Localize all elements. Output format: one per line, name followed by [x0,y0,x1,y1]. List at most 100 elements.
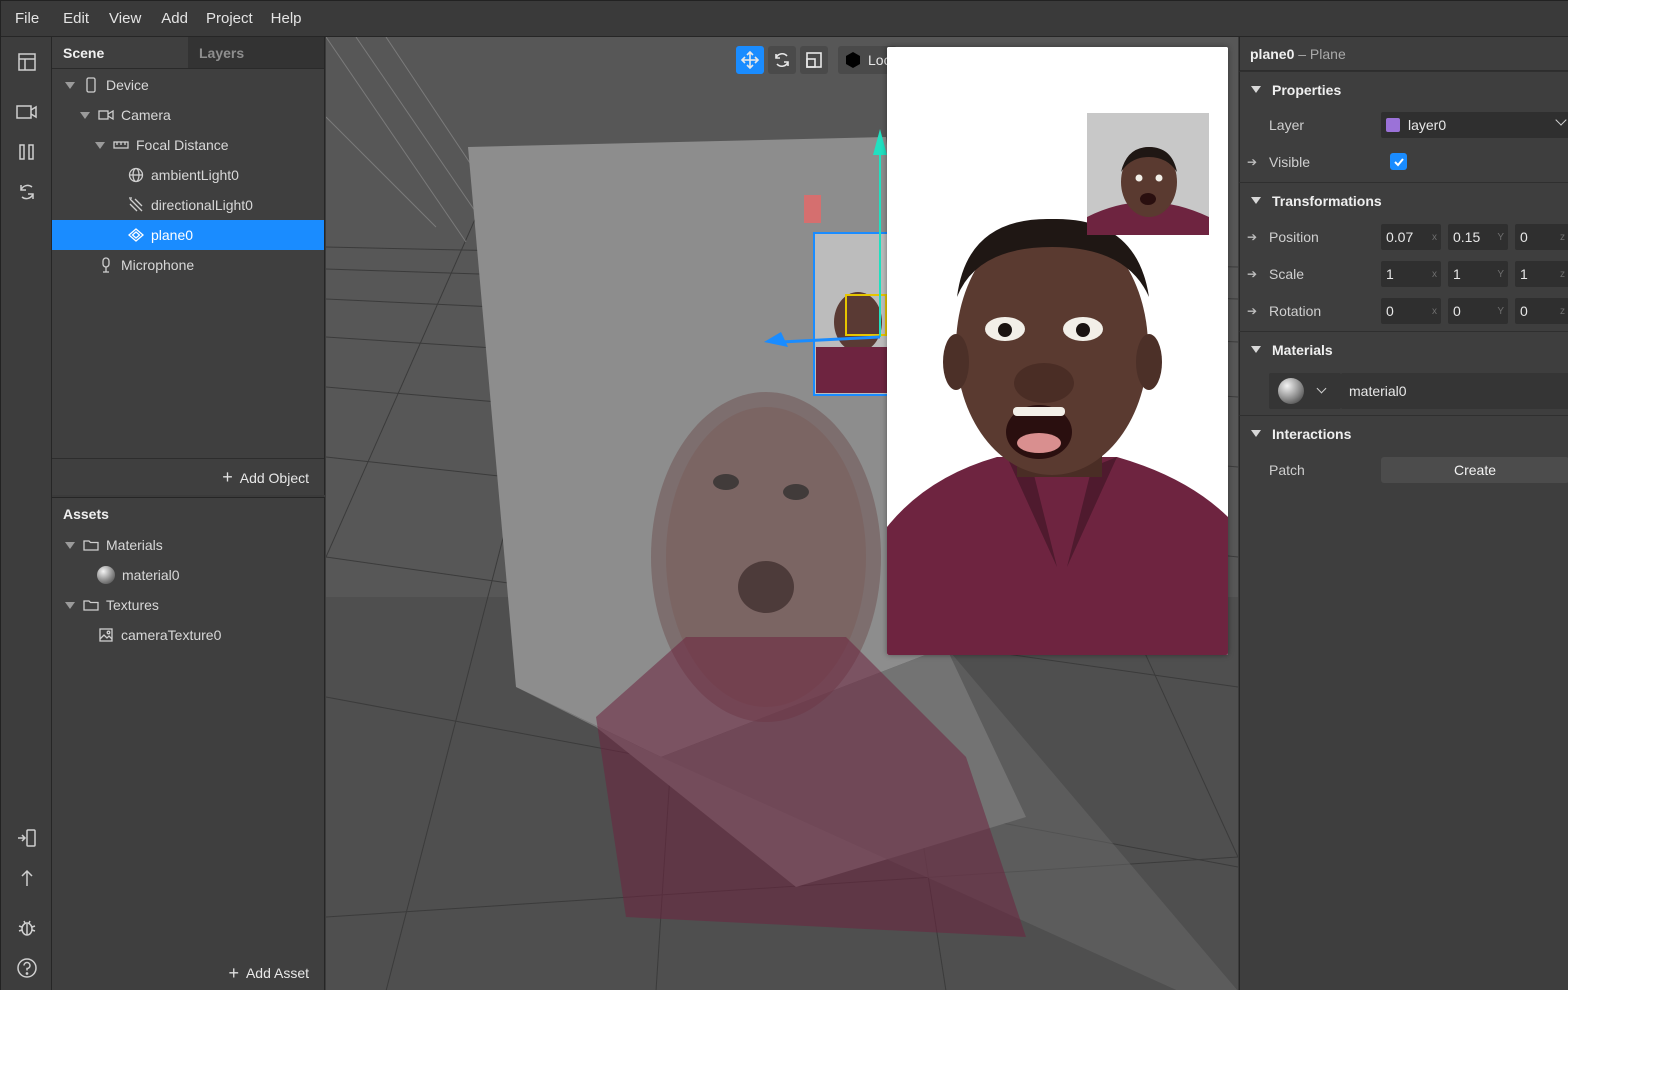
rotation-y-value: 0 [1453,303,1461,319]
layout-icon[interactable] [14,49,40,75]
tree-label: Focal Distance [136,137,229,153]
device-icon [83,77,99,93]
expand-triangle-icon[interactable] [65,541,75,549]
menu-help[interactable]: Help [271,10,302,27]
tree-label: ambientLight0 [151,167,239,183]
tab-layers[interactable]: Layers [188,37,324,68]
send-to-device-icon[interactable] [14,825,40,851]
video-camera-icon[interactable] [14,99,40,125]
help-icon[interactable] [14,955,40,981]
tree-item-device[interactable]: Device [52,70,324,100]
tree-label: cameraTexture0 [121,627,222,643]
directional-light-icon [128,197,144,213]
tree-item-directional-light[interactable]: directionalLight0 [52,190,324,220]
material-sphere-icon [97,566,115,584]
rotation-y-field[interactable]: 0Y [1448,298,1508,324]
add-asset-button[interactable]: + Add Asset [52,954,324,990]
position-z-field[interactable]: 0z [1515,224,1568,250]
material-preview-dropdown[interactable] [1269,373,1341,409]
scale-x-field[interactable]: 1x [1381,261,1441,287]
menu-file[interactable]: File [15,10,39,27]
add-object-label: Add Object [239,469,309,486]
collapse-triangle-icon[interactable] [1251,197,1261,204]
position-label: Position [1269,229,1319,245]
axis-z-label: z [1560,268,1565,280]
collapse-triangle-icon[interactable] [1251,430,1261,437]
tree-item-focal-distance[interactable]: Focal Distance [52,130,324,160]
pause-icon[interactable] [14,139,40,165]
keyframe-arrow-icon[interactable]: ➔ [1239,155,1259,169]
scale-z-value: 1 [1520,266,1528,282]
focal-distance-icon [113,137,129,153]
menu-add[interactable]: Add [161,10,188,27]
position-x-value: 0.07 [1386,229,1414,245]
menu-bar: File Edit View Add Project Help [1,1,1568,37]
position-y-value: 0.15 [1453,229,1481,245]
inspector-object-type: – Plane [1298,46,1346,62]
ambient-light-icon [128,167,144,183]
microphone-icon [98,257,114,273]
refresh-icon[interactable] [14,179,40,205]
tree-label: Materials [106,537,163,553]
expand-triangle-icon[interactable] [95,141,105,149]
add-object-button[interactable]: + Add Object [52,458,324,496]
simulator-preview[interactable] [887,47,1228,655]
tree-item-camera[interactable]: Camera [52,100,324,130]
rotation-z-field[interactable]: 0z [1515,298,1568,324]
folder-icon [83,537,99,553]
asset-folder-textures[interactable]: Textures [52,590,324,620]
bug-icon[interactable] [14,915,40,941]
tree-label: material0 [122,567,180,583]
create-patch-button[interactable]: Create [1381,457,1568,483]
upload-icon[interactable] [14,865,40,891]
tab-scene[interactable]: Scene [52,37,188,68]
layer-color-swatch [1386,118,1400,132]
rotate-tool-button[interactable] [768,46,796,74]
tree-item-plane0[interactable]: plane0 [52,220,324,250]
scale-y-field[interactable]: 1Y [1448,261,1508,287]
axis-z-label: z [1560,305,1565,317]
expand-triangle-icon[interactable] [65,601,75,609]
rotation-x-field[interactable]: 0x [1381,298,1441,324]
menu-edit[interactable]: Edit [63,10,89,27]
section-transformations[interactable]: Transformations [1239,182,1568,218]
menu-project[interactable]: Project [206,10,253,27]
rotation-z-value: 0 [1520,303,1528,319]
asset-material0[interactable]: material0 [52,560,324,590]
expand-triangle-icon[interactable] [80,111,90,119]
inspector-title: plane0 – Plane [1240,37,1568,71]
section-properties[interactable]: Properties [1239,71,1568,107]
expand-triangle-icon[interactable] [65,81,75,89]
plus-icon: + [228,962,239,983]
tree-label: Microphone [121,257,195,273]
section-transformations-label: Transformations [1272,192,1382,209]
visible-checkbox[interactable] [1390,153,1407,170]
keyframe-arrow-icon[interactable]: ➔ [1239,304,1259,318]
add-asset-label: Add Asset [245,965,309,981]
menu-view[interactable]: View [109,10,141,27]
tree-item-microphone[interactable]: Microphone [52,250,324,280]
visible-label: Visible [1269,154,1310,170]
move-icon [740,50,760,70]
tree-item-ambient-light[interactable]: ambientLight0 [52,160,324,190]
keyframe-arrow-icon[interactable]: ➔ [1239,230,1259,244]
position-x-field[interactable]: 0.07 x [1381,224,1441,250]
asset-camera-texture[interactable]: cameraTexture0 [52,620,324,650]
scale-icon [806,52,822,68]
viewport-toolbar: Loc [736,46,897,76]
section-interactions[interactable]: Interactions [1239,415,1568,451]
asset-folder-materials[interactable]: Materials [52,530,324,560]
collapse-triangle-icon[interactable] [1251,346,1261,353]
checkmark-icon [1393,157,1404,166]
position-y-field[interactable]: 0.15 Y [1448,224,1508,250]
scale-tool-button[interactable] [800,46,828,74]
axis-x-label: x [1432,268,1437,280]
material-field[interactable]: material0 [1341,373,1568,409]
layer-select[interactable]: layer0 [1381,112,1568,138]
scale-z-field[interactable]: 1z [1515,261,1568,287]
keyframe-arrow-icon[interactable]: ➔ [1239,267,1259,281]
move-tool-button[interactable] [736,46,764,74]
camera-icon [98,107,114,123]
section-materials[interactable]: Materials [1239,331,1568,367]
collapse-triangle-icon[interactable] [1251,86,1261,93]
